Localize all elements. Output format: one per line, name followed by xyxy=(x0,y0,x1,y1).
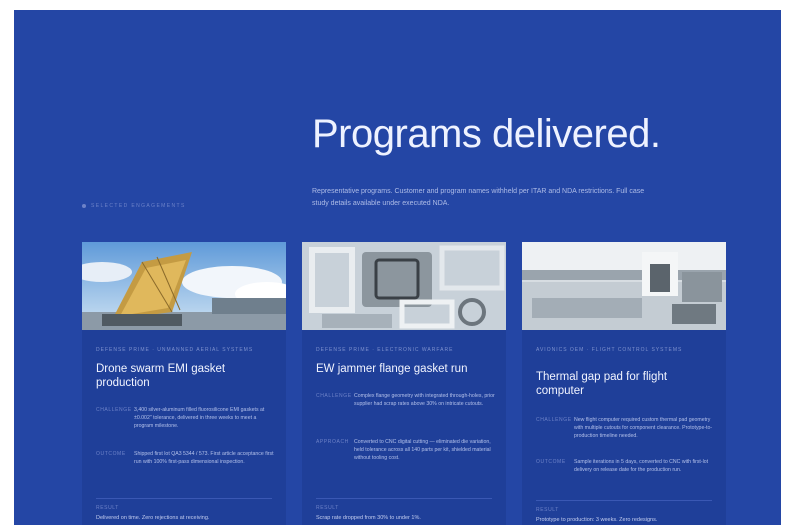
spec-value: 3,400 silver-aluminum filled fluorosilic… xyxy=(134,407,265,430)
program-title: Drone swarm EMI gasket production xyxy=(96,363,226,389)
spec-value: Sample iterations in 5 days, converted t… xyxy=(574,459,709,474)
spec-key: OUTCOME xyxy=(96,451,126,457)
spec-value: Converted to CNC digital cutting — elimi… xyxy=(354,439,491,462)
result-text: Delivered on time. Zero rejections at re… xyxy=(96,515,210,521)
program-card[interactable]: DEFENSE PRIME · UNMANNED AERIAL SYSTEMS … xyxy=(82,242,286,525)
spec-row: CHALLENGE Complex flange geometry with i… xyxy=(316,392,496,408)
spec-key: OUTCOME xyxy=(536,459,566,465)
result-text: Prototype to production: 3 weeks. Zero r… xyxy=(536,517,658,523)
result-label: RESULT xyxy=(316,505,339,511)
spec-value: Complex flange geometry with integrated … xyxy=(354,393,495,408)
spec-row: CHALLENGE 3,400 silver-aluminum filled f… xyxy=(96,406,276,431)
spec-row: CHALLENGE New flight computer required c… xyxy=(536,416,716,441)
program-photo-gaskets xyxy=(302,242,506,330)
spec-value: New flight computer required custom ther… xyxy=(574,417,713,440)
spec-key: CHALLENGE xyxy=(96,407,132,413)
spec-value: Shipped first lot QA3 5344 / 573. First … xyxy=(134,451,274,466)
page-title: Programs delivered. xyxy=(312,112,661,156)
program-card[interactable]: DEFENSE PRIME · ELECTRONIC WARFARE EW ja… xyxy=(302,242,506,525)
spec-key: CHALLENGE xyxy=(316,393,352,399)
result-label: RESULT xyxy=(536,507,559,513)
spec-row: OUTCOME Shipped first lot QA3 5344 / 573… xyxy=(96,450,276,466)
spec-row: OUTCOME Sample iterations in 5 days, con… xyxy=(536,458,716,474)
section-label-text: SELECTED ENGAGEMENTS xyxy=(91,203,186,209)
divider xyxy=(316,498,492,499)
program-title: EW jammer flange gasket run xyxy=(316,363,468,375)
program-card[interactable]: AVIONICS OEM · FLIGHT CONTROL SYSTEMS Th… xyxy=(522,242,726,525)
program-photo-cnc-machine xyxy=(522,242,726,330)
divider xyxy=(96,498,272,499)
section-label: SELECTED ENGAGEMENTS xyxy=(82,203,186,209)
program-tag: AVIONICS OEM · FLIGHT CONTROL SYSTEMS xyxy=(536,347,683,353)
program-title: Thermal gap pad for flight computer xyxy=(536,371,668,397)
spec-key: CHALLENGE xyxy=(536,417,572,423)
program-tag: DEFENSE PRIME · UNMANNED AERIAL SYSTEMS xyxy=(96,347,254,353)
program-tag: DEFENSE PRIME · ELECTRONIC WARFARE xyxy=(316,347,454,353)
spec-key: APPROACH xyxy=(316,439,349,445)
programs-section: Programs delivered. Representative progr… xyxy=(14,10,781,525)
bullet-icon xyxy=(82,204,86,208)
divider xyxy=(536,500,712,501)
result-label: RESULT xyxy=(96,505,119,511)
page-description: Representative programs. Customer and pr… xyxy=(312,188,645,207)
spec-row: APPROACH Converted to CNC digital cuttin… xyxy=(316,438,496,463)
program-photo-missile-launcher xyxy=(82,242,286,330)
result-text: Scrap rate dropped from 30% to under 1%. xyxy=(316,515,421,521)
